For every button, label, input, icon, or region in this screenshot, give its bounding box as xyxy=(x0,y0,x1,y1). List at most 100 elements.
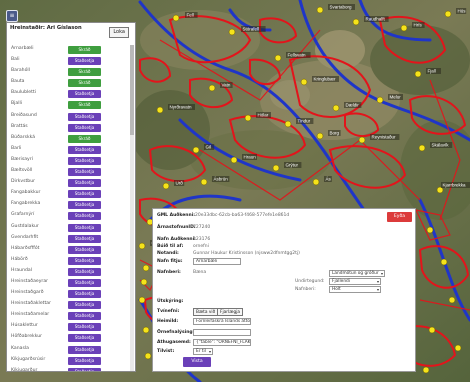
locate-button[interactable]: Staðsetja xyxy=(68,334,101,343)
locate-button[interactable]: Staðsetja xyxy=(68,156,101,165)
place-name-label: Búðarskká xyxy=(11,134,36,140)
subtype-select[interactable]: Fjallendi ▾ xyxy=(329,278,381,285)
locate-button[interactable]: Staðsetja xyxy=(68,356,101,365)
feature-name-input[interactable]: Arnarbæli xyxy=(193,258,241,265)
comment-input[interactable]: {"table": "ORNEFNI_FLAK xyxy=(193,339,251,346)
feature-edit-dialog: GML Auðkenni: 20e33dbc-62cb-ba63-f468-57… xyxy=(152,208,416,372)
locate-button[interactable]: Staðsetja xyxy=(68,245,101,254)
map-place-label[interactable]: Ás xyxy=(326,176,332,182)
registered-button[interactable]: Skráð xyxy=(68,101,101,110)
map-place-label[interactable]: Dældir xyxy=(346,103,360,108)
map-place-label[interactable]: Reynistaður xyxy=(372,134,397,140)
list-item: Fangabakkur Staðsetja xyxy=(7,189,135,200)
locate-button[interactable]: Staðsetja xyxy=(68,90,101,99)
list-item: Gvendarhfit Staðsetja xyxy=(7,234,135,245)
place-list: Arnarbæli Skráð Bali Staðsetja Barahóll Skráð… xyxy=(7,45,135,372)
panel-scrollbar[interactable] xyxy=(130,45,134,371)
map-place-label[interactable]: Ásbrún xyxy=(214,176,229,182)
list-item: Hreinstaðgarð Staðsetja xyxy=(7,289,135,300)
map-place-label[interactable]: Fjall xyxy=(428,69,436,74)
locate-button[interactable]: Staðsetja xyxy=(68,201,101,210)
existence-select[interactable]: Er til ▾ xyxy=(193,348,213,355)
locate-button[interactable]: Staðsetja xyxy=(68,278,101,287)
remove-button[interactable]: Fjarlægja xyxy=(217,308,244,316)
map-place-label[interactable]: Hraun xyxy=(244,155,257,160)
category-select[interactable]: Landmótun og gróður ▾ xyxy=(329,270,385,277)
locate-button[interactable]: Staðsetja xyxy=(68,168,101,177)
locate-button[interactable]: Staðsetja xyxy=(68,256,101,265)
locate-button[interactable]: Staðsetja xyxy=(68,212,101,221)
subtype-label: Undirtegund: xyxy=(295,279,325,284)
map-place-label[interactable]: Hólar xyxy=(258,113,269,118)
map-place-label[interactable]: Vatn xyxy=(222,83,231,88)
place-description-input[interactable] xyxy=(193,329,251,336)
registered-button[interactable]: Skráð xyxy=(68,46,101,54)
delete-button[interactable]: Eyða xyxy=(387,212,412,222)
place-name-label: Baulubletti xyxy=(11,90,36,96)
locate-button[interactable]: Staðsetja xyxy=(68,112,101,121)
map-place-label[interactable]: Urð xyxy=(176,180,184,186)
registered-button[interactable]: Skráð xyxy=(68,134,101,143)
locate-button[interactable]: Staðsetja xyxy=(68,267,101,276)
locate-button[interactable]: Staðsetja xyxy=(68,57,101,66)
double-name-label: Tvínefni: xyxy=(157,309,180,314)
map-place-label[interactable]: Stórafell xyxy=(243,27,260,32)
panel-scroll-thumb[interactable] xyxy=(130,45,134,135)
list-item: Fangabrekka Staðsetja xyxy=(7,200,135,211)
name-id-label: Nafn Auðkenni: xyxy=(157,237,196,242)
map-place-label[interactable]: Kringlubær xyxy=(314,77,337,82)
name-carrier-select[interactable]: Holt ▾ xyxy=(329,286,381,293)
category-select-value: Landmótun og gróður xyxy=(332,271,379,276)
map-place-label[interactable]: Grýtur xyxy=(286,163,299,168)
locate-button[interactable]: Staðsetja xyxy=(68,345,101,354)
user-value: Gunnar Haukur Kristinsson (njsww2dfnmtgg… xyxy=(193,251,300,256)
map-place-label[interactable]: Skálavík xyxy=(432,143,450,148)
list-item: Kanasla Staðsetja xyxy=(7,345,135,356)
map-place-label[interactable]: Fell xyxy=(187,13,194,18)
locate-button[interactable]: Staðsetja xyxy=(68,234,101,243)
map-place-label[interactable]: Gil xyxy=(206,145,212,150)
list-item: Bauta Skráð xyxy=(7,78,135,89)
explanation-label: Útskýring: xyxy=(157,299,184,304)
map-place-label[interactable]: Hús xyxy=(458,9,467,14)
map-place-label[interactable]: Borg xyxy=(330,131,340,136)
locate-button[interactable]: Staðsetja xyxy=(68,223,101,232)
list-item: Bjalli Skráð xyxy=(7,100,135,111)
close-button[interactable]: Loka xyxy=(109,27,129,38)
map-place-label[interactable]: Fellsvatn xyxy=(288,53,307,58)
place-name-label: Dirkvstbur xyxy=(11,179,35,185)
locate-button[interactable]: Staðsetja xyxy=(68,290,101,299)
name-carrier-select-value: Holt xyxy=(332,287,341,292)
save-button[interactable]: Vista xyxy=(183,357,211,367)
map-place-label[interactable]: Nyrðravatn xyxy=(170,104,193,110)
locate-button[interactable]: Staðsetja xyxy=(68,123,101,132)
map-place-label[interactable]: Tindur xyxy=(298,119,311,124)
map-place-label[interactable]: Svartaborg xyxy=(330,5,353,10)
place-name-label: Hreinstaðgarð xyxy=(11,290,44,296)
place-name-label: Fangabakkur xyxy=(11,190,41,196)
registered-button[interactable]: Skráð xyxy=(68,68,101,77)
place-name-label: Kíkjugarður xyxy=(11,367,38,372)
place-name-label: Kíkjugarðsrúsir xyxy=(11,356,46,362)
add-button[interactable]: Bæta við xyxy=(193,308,219,316)
source-input[interactable]: Fornleifaskrá Íslands áttob xyxy=(193,318,251,325)
locate-button[interactable]: Staðsetja xyxy=(68,145,101,154)
chevron-down-icon: ▾ xyxy=(376,279,379,284)
list-item: Hreinstaðaeyrar Staðsetja xyxy=(7,278,135,289)
locate-button[interactable]: Staðsetja xyxy=(68,301,101,310)
layers-icon[interactable]: ≡ xyxy=(6,10,18,22)
chevron-down-icon: ▾ xyxy=(208,349,211,354)
locate-button[interactable]: Staðsetja xyxy=(68,367,101,371)
locate-button[interactable]: Staðsetja xyxy=(68,190,101,199)
map-place-label[interactable]: Hrís xyxy=(414,23,423,28)
locate-button[interactable]: Staðsetja xyxy=(68,312,101,321)
map-place-label[interactable]: Kjarrbrekka xyxy=(443,183,467,188)
list-item: Bæltsvöll Staðsetja xyxy=(7,167,135,178)
map-place-label[interactable]: Melur xyxy=(390,95,402,100)
locate-button[interactable]: Staðsetja xyxy=(68,323,101,332)
locate-button[interactable]: Staðsetja xyxy=(68,179,101,188)
arnastofnun-id-value: 727240 xyxy=(193,225,211,230)
registered-button[interactable]: Skráð xyxy=(68,79,101,88)
map-place-label[interactable]: Raudhalft xyxy=(366,17,386,22)
place-description-label: Örnefnalýsing: xyxy=(157,330,195,335)
